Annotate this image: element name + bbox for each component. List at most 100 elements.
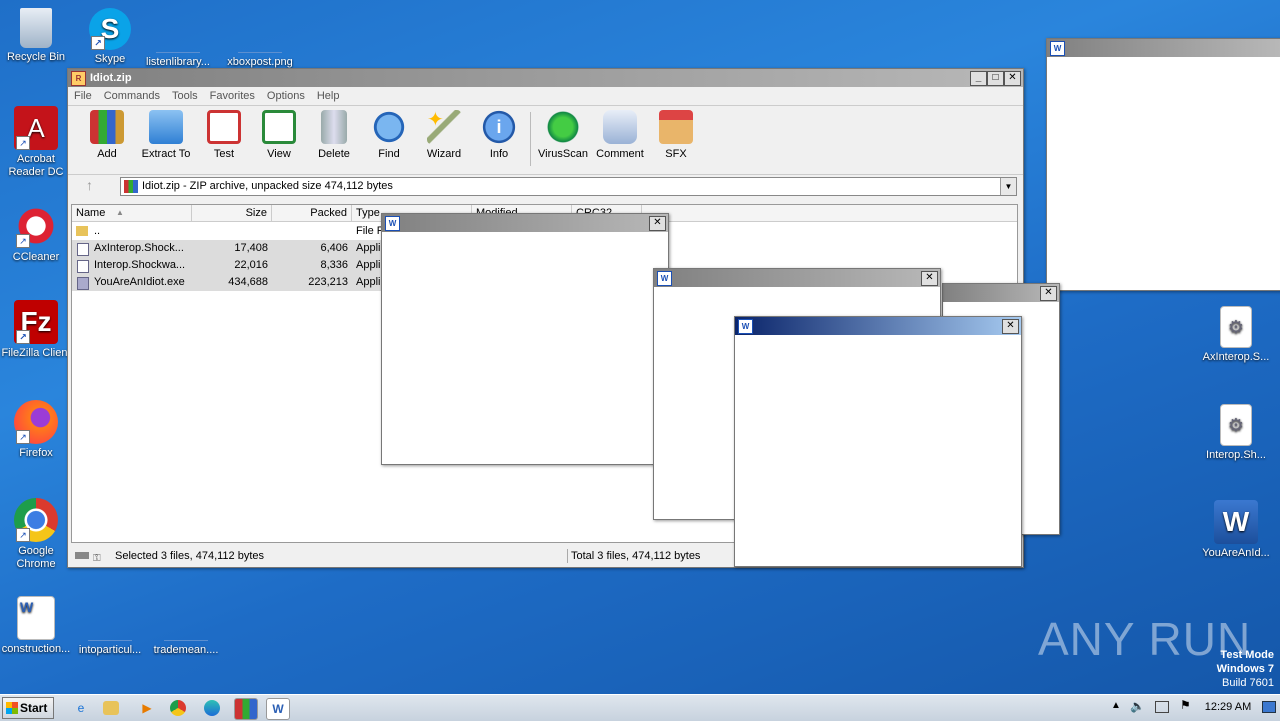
desktop-icon-label: Firefox <box>19 447 53 459</box>
dll-file-icon <box>77 243 89 256</box>
windows-logo-icon <box>6 702 18 714</box>
desktop-icon-listenlibrary[interactable]: listenlibrary... <box>140 8 216 69</box>
popup-titlebar[interactable]: W ✕ <box>654 269 940 287</box>
up-arrow-icon[interactable]: ↑ <box>86 177 93 193</box>
close-button[interactable]: ✕ <box>921 271 938 286</box>
sfx-button[interactable]: SFX <box>648 110 704 160</box>
desktop-icon-label: Skype <box>94 53 126 65</box>
test-mode-line2: Windows 7 <box>1216 663 1274 675</box>
menu-file[interactable]: File <box>74 90 92 102</box>
word-taskbar-icon[interactable]: W <box>266 698 290 720</box>
toolbar-separator <box>530 112 531 166</box>
dll-file-icon <box>77 260 89 273</box>
volume-icon[interactable]: 🔈 <box>1130 699 1145 713</box>
word-app-icon: W <box>1050 41 1065 56</box>
minimize-button[interactable]: _ <box>970 71 987 86</box>
add-button[interactable]: Add <box>79 110 135 160</box>
start-button[interactable]: Start <box>2 697 54 719</box>
view-book-icon <box>262 110 296 144</box>
winrar-taskbar-icon[interactable] <box>234 698 258 720</box>
tool-label: Delete <box>318 148 350 160</box>
maximize-button[interactable]: □ <box>987 71 1004 86</box>
add-icon <box>90 110 124 144</box>
word-app-icon: W <box>385 216 400 231</box>
menu-favorites[interactable]: Favorites <box>210 90 255 102</box>
popup-titlebar[interactable]: W <box>1047 39 1280 57</box>
exe-file-icon <box>77 277 89 290</box>
delete-trash-icon <box>321 110 347 144</box>
desktop-icon-intoparticul[interactable]: intoparticul... <box>72 596 148 657</box>
row-type: File F <box>356 225 384 237</box>
close-button[interactable]: ✕ <box>649 216 666 231</box>
popup-window-right[interactable]: W <box>1046 38 1280 291</box>
desktop-icon-filezilla[interactable]: Fz ↗ FileZilla Client <box>0 300 74 360</box>
column-size[interactable]: Size <box>192 205 272 221</box>
edge-taskbar-icon[interactable] <box>204 700 220 716</box>
wizard-button[interactable]: ✦ Wizard <box>416 110 472 160</box>
show-desktop-button[interactable] <box>1262 701 1276 713</box>
find-button[interactable]: Find <box>361 110 417 160</box>
close-button[interactable]: ✕ <box>1002 319 1019 334</box>
extract-folder-icon <box>149 110 183 144</box>
desktop-icon-axinterop[interactable]: ⚙ AxInterop.S... <box>1198 306 1274 364</box>
wizard-wand-icon: ✦ <box>427 110 461 144</box>
menu-help[interactable]: Help <box>317 90 340 102</box>
dropdown-arrow-icon[interactable]: ▼ <box>1000 178 1016 195</box>
popup-window-1[interactable]: W ✕ <box>381 213 669 465</box>
desktop-icon-acrobat[interactable]: A ↗ Acrobat Reader DC <box>0 106 74 179</box>
info-button[interactable]: i Info <box>471 110 527 160</box>
comment-button[interactable]: Comment <box>592 110 648 160</box>
delete-button[interactable]: Delete <box>306 110 362 160</box>
row-type: Appli <box>356 259 381 271</box>
popup-titlebar[interactable]: ✕ <box>943 284 1059 302</box>
menu-options[interactable]: Options <box>267 90 305 102</box>
desktop-icon-trademean[interactable]: trademean.... <box>148 596 224 657</box>
popup-titlebar[interactable]: W ✕ <box>735 317 1021 335</box>
row-size: 22,016 <box>234 259 268 271</box>
tool-label: Add <box>97 148 117 160</box>
clock[interactable]: 12:29 AM <box>1200 701 1256 713</box>
test-button[interactable]: Test <box>196 110 252 160</box>
desktop-icon-skype[interactable]: S ↗ Skype <box>72 8 148 66</box>
desktop-icon-construction[interactable]: W construction... <box>0 596 74 656</box>
flag-icon[interactable]: ⚑ <box>1180 698 1191 712</box>
chrome-taskbar-icon[interactable] <box>170 700 186 716</box>
address-bar[interactable]: Idiot.zip - ZIP archive, unpacked size 4… <box>120 177 1017 196</box>
ie-taskbar-icon[interactable]: e <box>70 698 92 718</box>
desktop-icon-ccleaner[interactable]: ↗ CCleaner <box>0 204 74 264</box>
extract-to-button[interactable]: Extract To <box>138 110 194 160</box>
desktop-icon-firefox[interactable]: ↗ Firefox <box>0 400 74 460</box>
popup-window-active[interactable]: W ✕ <box>734 316 1022 567</box>
row-type: Appli <box>356 276 381 288</box>
desktop-icon-interop[interactable]: ⚙ Interop.Sh... <box>1198 404 1274 462</box>
close-button[interactable]: ✕ <box>1004 71 1021 86</box>
table-row[interactable]: YouAreAnIdiot.exe 434,688 223,213 Appli <box>72 274 382 291</box>
menu-tools[interactable]: Tools <box>172 90 198 102</box>
network-icon[interactable] <box>1155 701 1169 713</box>
desktop-icon-label: FileZilla Client <box>1 347 71 359</box>
column-packed[interactable]: Packed <box>272 205 352 221</box>
key-icon: ⚿ <box>93 553 101 564</box>
file-icon <box>88 596 132 641</box>
row-packed: 8,336 <box>320 259 348 271</box>
popup-titlebar[interactable]: W ✕ <box>382 214 668 232</box>
desktop-icon-youareanidiot[interactable]: W YouAreAnId... <box>1198 500 1274 560</box>
close-button[interactable]: ✕ <box>1040 286 1057 301</box>
show-hidden-icons-icon[interactable]: ▲ <box>1111 700 1121 711</box>
media-player-taskbar-icon[interactable]: ▶ <box>136 698 158 718</box>
row-packed: 6,406 <box>320 242 348 254</box>
desktop-icon-recycle-bin[interactable]: Recycle Bin <box>0 8 74 64</box>
winrar-titlebar[interactable]: R Idiot.zip _ □ ✕ <box>68 69 1023 87</box>
menu-commands[interactable]: Commands <box>104 90 160 102</box>
word-document-icon: W <box>17 596 55 640</box>
winrar-toolbar: Add Extract To Test View Delete Find ✦ Wi… <box>68 105 1023 175</box>
table-row[interactable]: AxInterop.Shock... 17,408 6,406 Appli <box>72 240 382 257</box>
table-row[interactable]: Interop.Shockwa... 22,016 8,336 Appli <box>72 257 382 274</box>
desktop-icon-chrome[interactable]: ↗ Google Chrome <box>0 498 74 571</box>
word-icon: W <box>1214 500 1258 544</box>
virusscan-button[interactable]: VirusScan <box>535 110 591 160</box>
explorer-taskbar-icon[interactable] <box>103 701 119 715</box>
view-button[interactable]: View <box>251 110 307 160</box>
desktop-icon-xboxpost[interactable]: xboxpost.png <box>222 8 298 69</box>
column-name[interactable]: Name <box>72 205 192 221</box>
